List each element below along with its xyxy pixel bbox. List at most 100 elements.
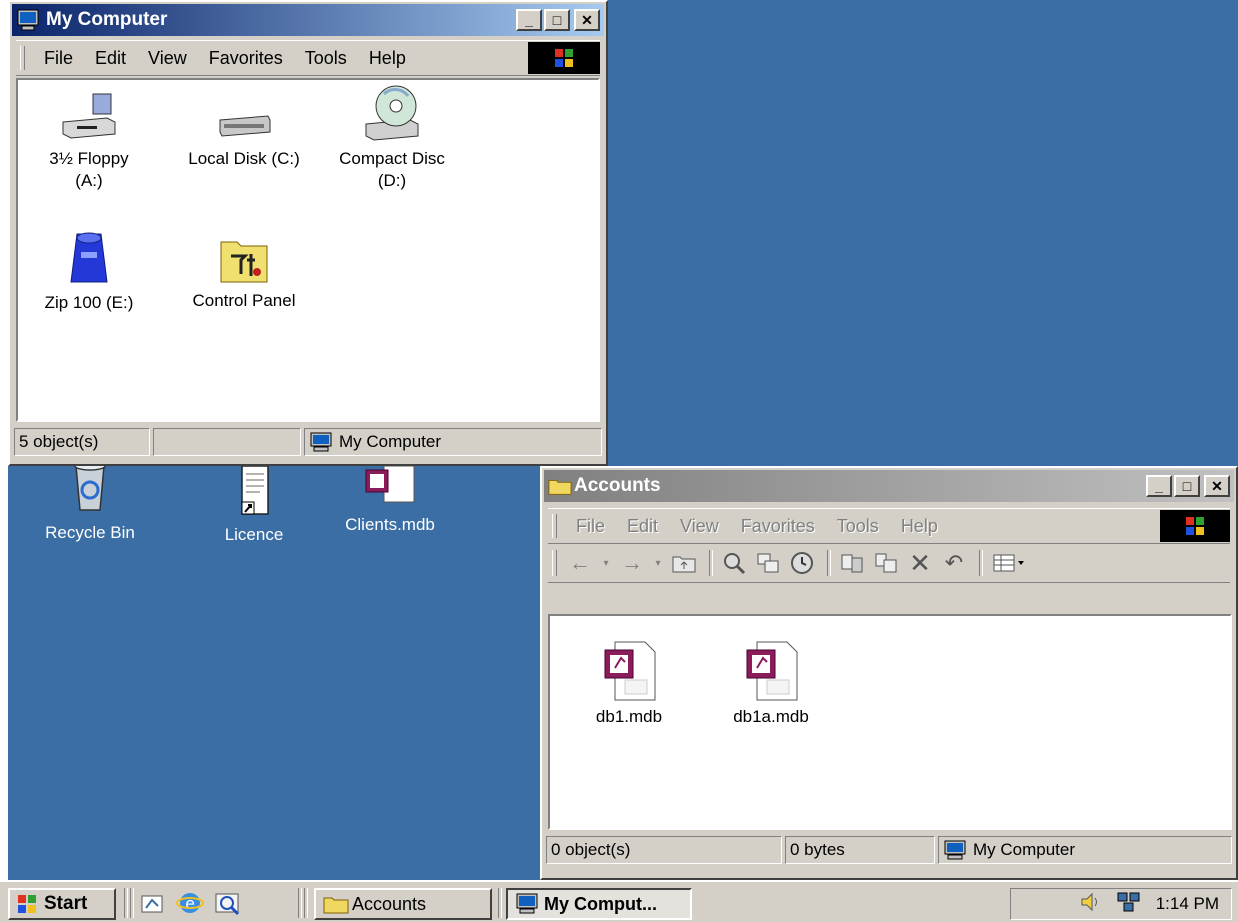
file-label: db1.mdb	[595, 707, 663, 726]
file-db1a[interactable]: db1a.mdb	[716, 640, 826, 728]
computer-icon	[516, 893, 538, 914]
folders-button[interactable]	[753, 549, 783, 577]
access-database-icon	[604, 641, 656, 701]
task-label: Accounts	[352, 893, 427, 914]
item-zip-drive[interactable]: Zip 100 (E:)	[34, 230, 144, 314]
views-button[interactable]	[989, 549, 1031, 577]
status-size: 0 bytes	[785, 836, 935, 864]
item-label: Zip 100 (E:)	[44, 293, 134, 312]
folder-icon	[323, 897, 349, 914]
desktop-icon-label: Clients.mdb	[345, 515, 435, 534]
task-my-computer[interactable]: My Comput...	[506, 888, 692, 920]
menubar-grip[interactable]	[20, 46, 25, 70]
volume-icon[interactable]	[1080, 892, 1102, 917]
accounts-titlebar[interactable]: Accounts _ □ ✕	[544, 470, 1234, 502]
computer-icon	[944, 840, 966, 860]
search-button[interactable]	[719, 549, 749, 577]
svg-text:e: e	[185, 894, 195, 913]
item-floppy[interactable]: 3½ Floppy (A:)	[34, 90, 144, 192]
floppy-drive-icon	[62, 93, 116, 139]
windows-logo	[528, 42, 600, 74]
maximize-button[interactable]: □	[1174, 475, 1200, 497]
menu-help[interactable]: Help	[358, 48, 417, 69]
show-desktop-icon[interactable]	[140, 892, 166, 921]
hard-disk-icon	[219, 115, 271, 137]
minimize-button[interactable]: _	[1146, 475, 1172, 497]
menu-tools[interactable]: Tools	[826, 516, 890, 537]
menu-file[interactable]: File	[565, 516, 616, 537]
menu-help[interactable]: Help	[890, 516, 949, 537]
undo-button[interactable]: ↶	[939, 549, 969, 577]
up-folder-icon	[672, 556, 696, 573]
status-object-count: 5 object(s)	[14, 428, 150, 456]
toolbar-separator	[979, 550, 983, 576]
computer-icon	[16, 9, 40, 31]
minimize-button[interactable]: _	[516, 9, 542, 31]
status-zone: My Computer	[304, 428, 602, 456]
item-local-disk[interactable]: Local Disk (C:)	[174, 90, 314, 170]
desktop-icon-recycle-bin[interactable]: Recycle Bin	[30, 460, 150, 543]
forward-dropdown[interactable]: ▾	[651, 549, 665, 577]
outlook-express-icon[interactable]	[214, 890, 244, 921]
accounts-content: db1.mdb db1a.mdb	[548, 614, 1232, 830]
history-button[interactable]	[787, 549, 817, 577]
menu-edit[interactable]: Edit	[84, 48, 137, 69]
task-accounts[interactable]: Accounts	[314, 888, 492, 920]
item-control-panel[interactable]: Control Panel	[174, 230, 314, 312]
status-zone-label: My Computer	[973, 840, 1076, 859]
my-computer-titlebar[interactable]: My Computer _ □ ✕	[12, 4, 604, 36]
search-icon	[724, 553, 746, 575]
forward-arrow-icon: →	[621, 550, 643, 575]
menu-view[interactable]: View	[137, 48, 198, 69]
folders-icon	[757, 553, 779, 573]
menu-bar: File Edit View Favorites Tools Help	[16, 40, 600, 76]
maximize-button[interactable]: □	[544, 9, 570, 31]
desktop-icon-clients[interactable]: Clients.mdb	[330, 464, 450, 535]
delete-button[interactable]: ✕	[905, 548, 935, 578]
clock[interactable]: 1:14 PM	[1156, 894, 1219, 914]
taskbar-separator	[498, 888, 502, 918]
close-button[interactable]: ✕	[574, 9, 600, 31]
taskbar-separator	[130, 888, 134, 918]
item-label: 3½ Floppy	[49, 149, 129, 168]
menubar-grip[interactable]	[552, 514, 557, 538]
standard-toolbar: ← ▾ → ▾ ✕ ↶	[548, 544, 1230, 583]
menu-tools[interactable]: Tools	[294, 48, 358, 69]
menu-favorites[interactable]: Favorites	[730, 516, 826, 537]
taskbar-separator	[304, 888, 308, 918]
close-icon: ✕	[1211, 477, 1223, 494]
maximize-icon: □	[1182, 478, 1192, 494]
minimize-icon: _	[1155, 478, 1163, 494]
back-dropdown[interactable]: ▾	[599, 549, 613, 577]
status-bar: 5 object(s) My Computer	[14, 428, 602, 458]
item-label-sub: (D:)	[377, 171, 407, 190]
toolbar-grip[interactable]	[552, 550, 557, 576]
file-label: db1a.mdb	[733, 707, 809, 726]
move-to-button[interactable]	[837, 549, 867, 577]
up-folder-button[interactable]	[669, 549, 699, 577]
menu-view[interactable]: View	[669, 516, 730, 537]
my-computer-content: 3½ Floppy (A:) Local Disk (C:) Compact D…	[16, 78, 600, 422]
copy-to-button[interactable]	[871, 549, 901, 577]
internet-explorer-icon[interactable]: e	[176, 890, 204, 921]
status-zone: My Computer	[938, 836, 1232, 864]
dropdown-icon: ▾	[603, 557, 609, 569]
menu-bar: File Edit View Favorites Tools Help	[548, 508, 1230, 544]
forward-button[interactable]: →	[617, 549, 647, 577]
menu-edit[interactable]: Edit	[616, 516, 669, 537]
file-db1[interactable]: db1.mdb	[574, 640, 684, 728]
menu-favorites[interactable]: Favorites	[198, 48, 294, 69]
back-button[interactable]: ←	[565, 549, 595, 577]
menu-file[interactable]: File	[33, 48, 84, 69]
taskbar: Start e Accounts My Comput... 1:14 PM	[0, 880, 1238, 922]
status-zone-label: My Computer	[339, 432, 442, 451]
desktop-icon-licence[interactable]: Licence	[194, 464, 314, 545]
start-button[interactable]: Start	[8, 888, 116, 920]
my-computer-window: My Computer _ □ ✕ File Edit View Favorit…	[8, 0, 608, 466]
close-button[interactable]: ✕	[1204, 475, 1230, 497]
window-title: My Computer	[46, 9, 168, 30]
close-icon: ✕	[581, 11, 593, 28]
network-icon[interactable]	[1116, 891, 1142, 918]
item-compact-disc[interactable]: Compact Disc (D:)	[322, 84, 462, 192]
toolbar-separator	[827, 550, 831, 576]
